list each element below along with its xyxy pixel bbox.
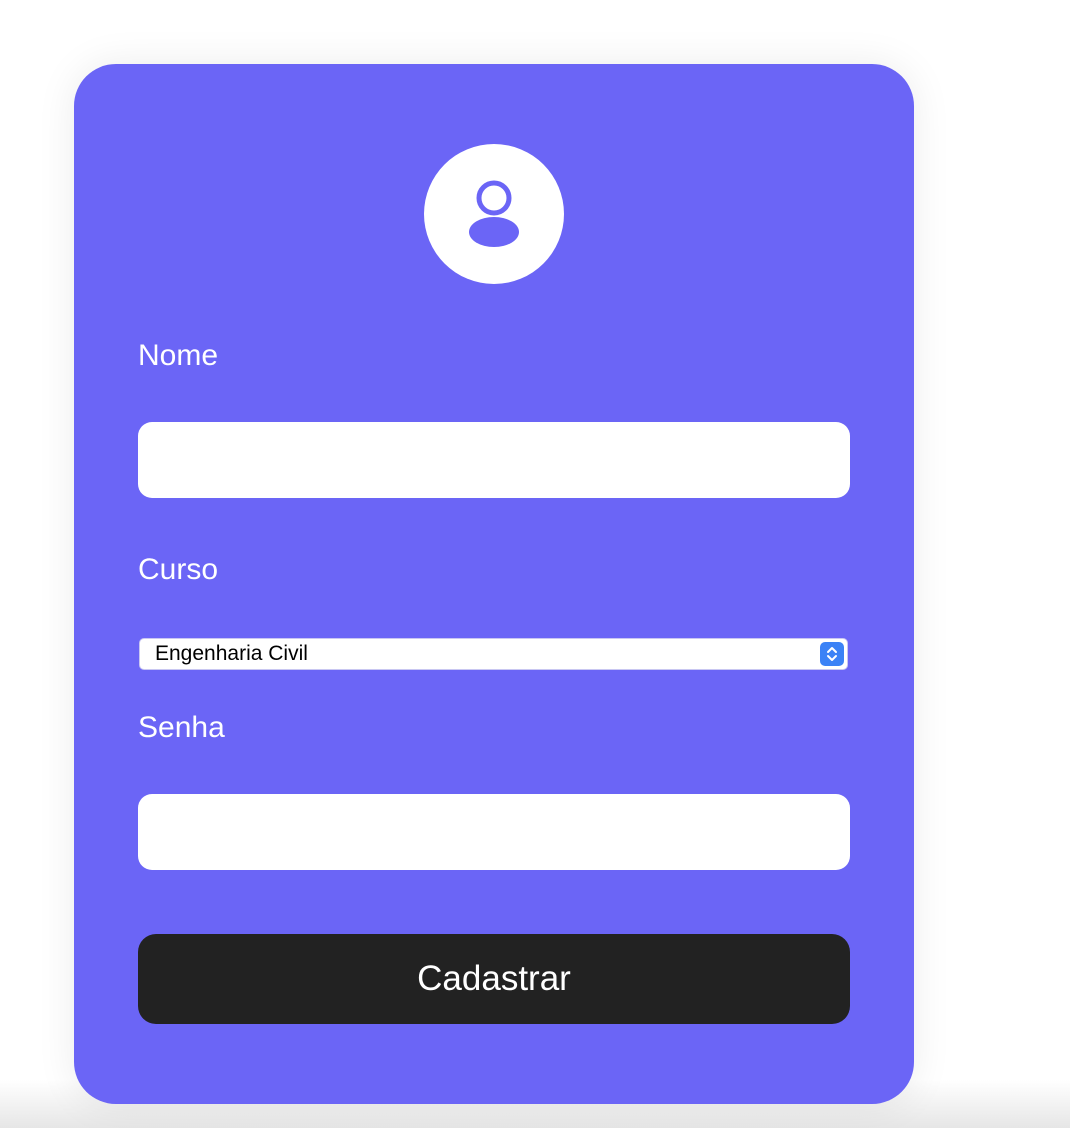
course-label: Curso <box>138 553 219 586</box>
course-select[interactable]: Engenharia Civil <box>139 638 848 670</box>
password-label: Senha <box>138 711 225 744</box>
course-select-value: Engenharia Civil <box>155 642 308 665</box>
avatar <box>424 144 564 284</box>
chevron-up-down-icon <box>820 642 844 666</box>
name-label: Nome <box>138 339 219 372</box>
registration-card: Nome Curso Engenharia Civil Senha Cadast… <box>74 64 914 1104</box>
user-icon <box>469 180 519 247</box>
register-button[interactable]: Cadastrar <box>138 934 850 1024</box>
name-input[interactable] <box>138 422 850 498</box>
password-input[interactable] <box>138 794 850 870</box>
